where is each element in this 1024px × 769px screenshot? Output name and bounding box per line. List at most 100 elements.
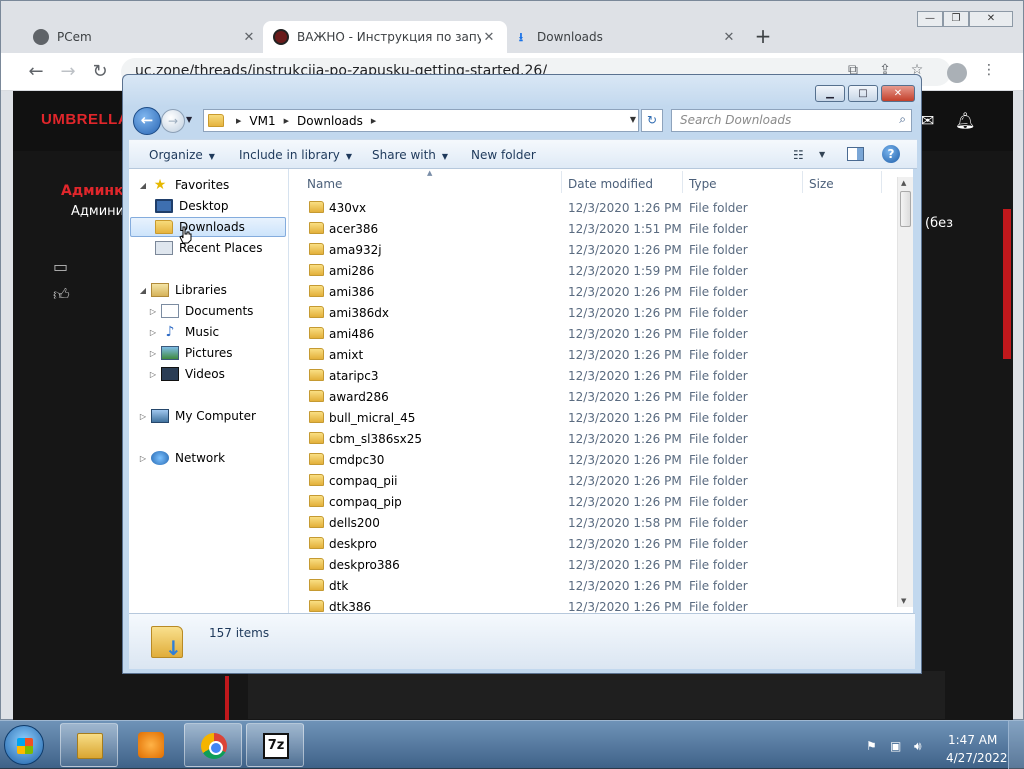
new-folder-button[interactable]: New folder: [471, 148, 536, 162]
nav-recent-places[interactable]: Recent Places: [153, 238, 262, 258]
table-row[interactable]: ama932j 12/3/2020 1:26 PM File folder: [289, 239, 897, 260]
network-tray-icon[interactable]: ▣: [890, 739, 906, 753]
breadcrumb-arrow-icon[interactable]: ▶: [236, 117, 241, 125]
forward-arrow-icon[interactable]: →: [57, 61, 79, 83]
maximize-button[interactable]: □: [848, 85, 878, 102]
collapse-arrow-icon[interactable]: ▷: [137, 412, 149, 421]
taskbar-explorer-button[interactable]: [60, 723, 118, 767]
change-view-icon[interactable]: ☷: [793, 148, 804, 162]
close-button[interactable]: ✕: [881, 85, 915, 102]
table-row[interactable]: ami486 12/3/2020 1:26 PM File folder: [289, 323, 897, 344]
flag-alert-icon[interactable]: ⚑: [866, 739, 882, 753]
scrollbar-thumb[interactable]: [1003, 209, 1011, 359]
vertical-scrollbar[interactable]: ▲ ▼: [897, 177, 913, 607]
share-with-button[interactable]: Share with ▼: [372, 148, 448, 162]
table-row[interactable]: ami386dx 12/3/2020 1:26 PM File folder: [289, 302, 897, 323]
table-row[interactable]: ami286 12/3/2020 1:59 PM File folder: [289, 260, 897, 281]
breadcrumb-downloads[interactable]: Downloads: [297, 114, 363, 128]
collapse-arrow-icon[interactable]: ▷: [147, 370, 159, 379]
nav-desktop[interactable]: Desktop: [153, 196, 229, 216]
bell-icon[interactable]: 🔔︎: [955, 111, 975, 130]
nav-music[interactable]: ▷ ♪ Music: [147, 322, 219, 342]
chrome-minimize-button[interactable]: —: [917, 11, 943, 27]
table-row[interactable]: 430vx 12/3/2020 1:26 PM File folder: [289, 197, 897, 218]
table-row[interactable]: bull_micral_45 12/3/2020 1:26 PM File fold…: [289, 407, 897, 428]
tab-instruction[interactable]: ВАЖНО - Инструкция по запуску ✕: [263, 21, 507, 53]
table-row[interactable]: acer386 12/3/2020 1:51 PM File folder: [289, 218, 897, 239]
scrollbar-thumb[interactable]: [900, 191, 911, 227]
collapse-arrow-icon[interactable]: ▷: [147, 307, 159, 316]
tab-downloads[interactable]: ⭳ Downloads ✕: [503, 21, 747, 53]
clock-time[interactable]: 1:47 AM: [948, 733, 997, 747]
search-icon[interactable]: ⌕: [899, 112, 906, 127]
table-row[interactable]: dtk 12/3/2020 1:26 PM File folder: [289, 575, 897, 596]
table-row[interactable]: dells200 12/3/2020 1:58 PM File folder: [289, 512, 897, 533]
nav-favorites[interactable]: ◢ ★ Favorites: [137, 175, 229, 195]
table-row[interactable]: amixt 12/3/2020 1:26 PM File folder: [289, 344, 897, 365]
refresh-button[interactable]: ↻: [641, 109, 663, 132]
column-date-modified[interactable]: Date modified: [568, 177, 653, 191]
column-size[interactable]: Size: [809, 177, 834, 191]
column-divider[interactable]: [802, 171, 803, 193]
start-button[interactable]: [4, 725, 44, 765]
expand-arrow-icon[interactable]: ◢: [137, 181, 149, 190]
nav-pictures[interactable]: ▷ Pictures: [147, 343, 233, 363]
table-row[interactable]: deskpro386 12/3/2020 1:26 PM File folder: [289, 554, 897, 575]
taskbar-media-player-button[interactable]: [122, 723, 180, 767]
explorer-title-bar[interactable]: ▁ □ ✕: [123, 75, 921, 107]
site-logo[interactable]: UMBRELLA: [41, 111, 129, 128]
scroll-down-arrow-icon[interactable]: ▼: [901, 597, 906, 605]
nav-my-computer[interactable]: ▷ My Computer: [137, 406, 256, 426]
close-tab-icon[interactable]: ✕: [721, 30, 737, 45]
chrome-maximize-button[interactable]: ❐: [943, 11, 969, 27]
taskbar-7zip-button[interactable]: 7z: [246, 723, 304, 767]
taskbar-chrome-button[interactable]: [184, 723, 242, 767]
nav-network[interactable]: ▷ Network: [137, 448, 225, 468]
back-arrow-icon[interactable]: ←: [25, 61, 47, 83]
column-divider[interactable]: [682, 171, 683, 193]
chrome-close-button[interactable]: ✕: [969, 11, 1013, 27]
preview-pane-icon[interactable]: [847, 147, 864, 161]
column-divider[interactable]: [881, 171, 882, 193]
nav-downloads[interactable]: Downloads: [130, 217, 286, 237]
table-row[interactable]: award286 12/3/2020 1:26 PM File folder: [289, 386, 897, 407]
close-tab-icon[interactable]: ✕: [481, 30, 497, 45]
table-row[interactable]: compaq_pip 12/3/2020 1:26 PM File folder: [289, 491, 897, 512]
collapse-arrow-icon[interactable]: ▷: [147, 328, 159, 337]
organize-button[interactable]: Organize ▼: [149, 148, 215, 162]
column-type[interactable]: Type: [689, 177, 717, 191]
help-icon[interactable]: ?: [882, 145, 900, 163]
address-bar[interactable]: ▶ VM1 ▶ Downloads ▶ ▼: [203, 109, 639, 132]
expand-arrow-icon[interactable]: ◢: [137, 286, 149, 295]
comment-icon[interactable]: ▭: [53, 257, 68, 276]
like-icon[interactable]: 👍︎: [53, 285, 70, 305]
profile-avatar-icon[interactable]: [947, 63, 967, 83]
menu-kebab-icon[interactable]: ⋮: [979, 62, 999, 82]
minimize-button[interactable]: ▁: [815, 85, 845, 102]
table-row[interactable]: ami386 12/3/2020 1:26 PM File folder: [289, 281, 897, 302]
new-tab-button[interactable]: +: [753, 26, 773, 47]
recent-pages-dropdown-icon[interactable]: ▼: [186, 115, 192, 124]
table-row[interactable]: ataripc3 12/3/2020 1:26 PM File folder: [289, 365, 897, 386]
chevron-down-icon[interactable]: ▼: [819, 150, 825, 159]
table-row[interactable]: dtk386 12/3/2020 1:26 PM File folder: [289, 596, 897, 613]
nav-videos[interactable]: ▷ Videos: [147, 364, 225, 384]
breadcrumb-arrow-icon[interactable]: ▶: [371, 117, 376, 125]
table-row[interactable]: cbm_sl386sx25 12/3/2020 1:26 PM File folde…: [289, 428, 897, 449]
search-input[interactable]: Search Downloads ⌕: [671, 109, 912, 132]
table-row[interactable]: compaq_pii 12/3/2020 1:26 PM File folder: [289, 470, 897, 491]
breadcrumb-arrow-icon[interactable]: ▶: [284, 117, 289, 125]
breadcrumb-vm1[interactable]: VM1: [249, 114, 275, 128]
forward-button[interactable]: →: [161, 109, 185, 133]
table-row[interactable]: deskpro 12/3/2020 1:26 PM File folder: [289, 533, 897, 554]
clock-date[interactable]: 4/27/2022: [946, 751, 1008, 765]
mail-icon[interactable]: ✉: [921, 111, 934, 130]
collapse-arrow-icon[interactable]: ▷: [147, 349, 159, 358]
reload-icon[interactable]: ↻: [89, 61, 111, 83]
address-dropdown-icon[interactable]: ▼: [630, 115, 636, 124]
column-divider[interactable]: [561, 171, 562, 193]
volume-icon[interactable]: 🔊︎: [914, 739, 930, 753]
include-in-library-button[interactable]: Include in library ▼: [239, 148, 352, 162]
nav-libraries[interactable]: ◢ Libraries: [137, 280, 227, 300]
tab-pcem[interactable]: PCem ✕: [23, 21, 267, 53]
